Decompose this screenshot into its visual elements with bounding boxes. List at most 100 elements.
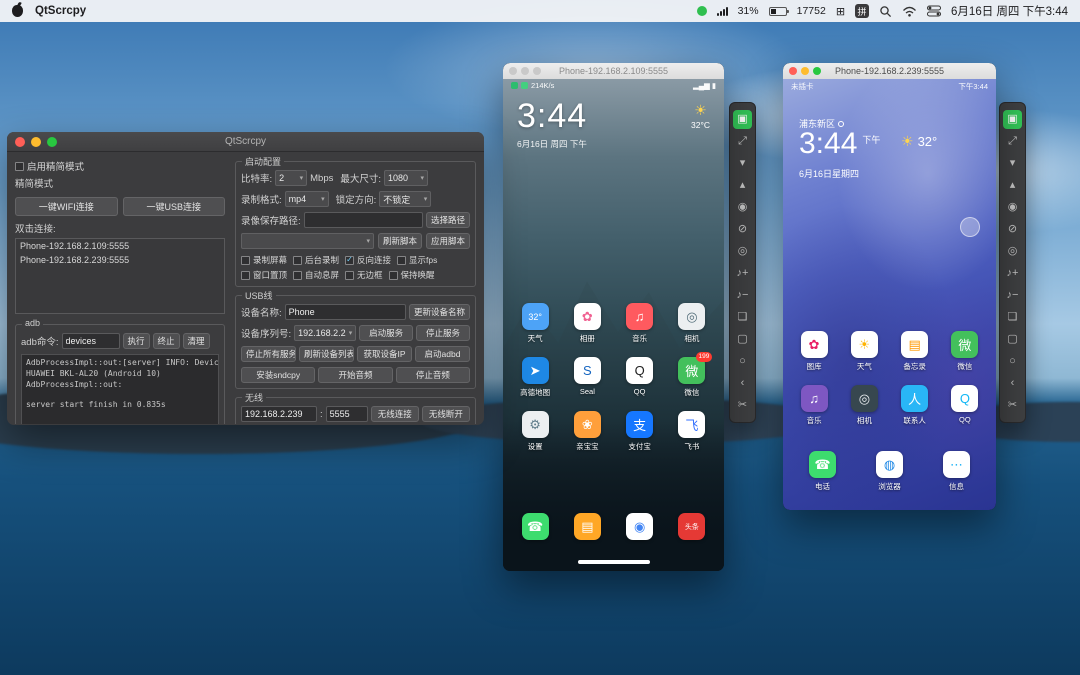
expand-notification-button[interactable]: ▾ (733, 154, 752, 173)
one-key-usb-connect-button[interactable]: 一键USB连接 (123, 197, 226, 216)
input-method-icon[interactable]: 拼 (855, 4, 869, 18)
app-icon[interactable]: Q QQ (942, 385, 988, 426)
app-icon[interactable]: Q QQ (616, 357, 664, 398)
checkbox-auto-screen-off[interactable]: 自动息屏 (293, 269, 339, 281)
qtscrcpy-titlebar[interactable]: QtScrcpy (7, 132, 484, 152)
screen-wake-button[interactable]: ▣ (733, 110, 752, 129)
app-icon[interactable]: ◎ 相机 (668, 303, 716, 344)
refresh-script-button[interactable]: 刷新脚本 (378, 233, 422, 249)
lite-mode-checkbox[interactable]: 启用精简模式 (15, 159, 84, 173)
dock-app-icon[interactable]: 头条 (668, 513, 716, 540)
update-device-name-button[interactable]: 更新设备名称 (409, 304, 470, 320)
checkbox-background-record[interactable]: 后台录制 (293, 254, 339, 266)
battery-icon[interactable] (769, 7, 787, 16)
app-icon[interactable]: 微 199 微信 (668, 357, 716, 398)
app-icon[interactable]: ♫ 音乐 (616, 303, 664, 344)
get-device-ip-button[interactable]: 获取设备IP (357, 346, 412, 362)
search-icon[interactable] (879, 5, 892, 18)
clear-button[interactable]: 清理 (183, 333, 210, 349)
stop-all-services-button[interactable]: 停止所有服务 (241, 346, 296, 362)
start-service-button[interactable]: 启动服务 (359, 325, 413, 341)
volume-up-button[interactable]: ♪+ (1003, 264, 1022, 283)
fullscreen-button[interactable]: ⤢ (1003, 132, 1022, 151)
run-button[interactable]: 执行 (123, 333, 150, 349)
checkbox-window-on-top[interactable]: 窗口置顶 (241, 269, 287, 281)
adb-command-input[interactable] (62, 333, 120, 349)
phone2-weather-widget[interactable]: ☀ 32° (901, 133, 937, 150)
dock-app-icon[interactable]: ☎ (511, 513, 559, 540)
one-key-wifi-connect-button[interactable]: 一键WIFI连接 (15, 197, 118, 216)
checkbox-keep-awake[interactable]: 保持唤醒 (389, 269, 435, 281)
record-path-input[interactable] (304, 212, 423, 228)
screen-on-button[interactable]: ◉ (1003, 198, 1022, 217)
wifi-icon[interactable] (902, 6, 917, 17)
volume-down-button[interactable]: ♪− (1003, 286, 1022, 305)
checkbox-show-fps[interactable]: 显示fps (397, 254, 437, 266)
fullscreen-button[interactable]: ⤢ (733, 132, 752, 151)
stop-service-button[interactable]: 停止服务 (416, 325, 470, 341)
screen-off-button[interactable]: ⊘ (733, 220, 752, 239)
wireless-connect-button[interactable]: 无线连接 (371, 406, 419, 422)
home-button[interactable]: ○ (733, 352, 752, 371)
wireless-port-input[interactable] (326, 406, 368, 422)
floating-nav-ball[interactable] (960, 217, 980, 237)
app-icon[interactable]: ❀ 亲宝宝 (563, 411, 611, 452)
phone2-titlebar[interactable]: Phone-192.168.2.239:5555 (783, 63, 996, 79)
app-icon[interactable]: ➤ 高德地图 (511, 357, 559, 398)
volume-down-button[interactable]: ♪− (733, 286, 752, 305)
wireless-ip-input[interactable] (241, 406, 317, 422)
dock-app-icon[interactable]: ◍ 浏览器 (858, 451, 921, 492)
app-icon[interactable]: ✿ 图库 (791, 331, 837, 372)
checkbox-record-screen[interactable]: 录制屏幕 (241, 254, 287, 266)
device-list[interactable]: Phone-192.168.2.109:5555Phone-192.168.2.… (15, 238, 225, 314)
back-button[interactable]: ‹ (733, 374, 752, 393)
expand-notification-button[interactable]: ▾ (1003, 154, 1022, 173)
wireless-disconnect-button[interactable]: 无线断开 (422, 406, 470, 422)
refresh-device-list-button[interactable]: 刷新设备列表 (299, 346, 354, 362)
dock-app-icon[interactable]: ▤ (563, 513, 611, 540)
lite-mode-checkbox-box[interactable] (15, 162, 24, 171)
menubar-app-name[interactable]: QtScrcpy (35, 5, 86, 17)
app-icon[interactable]: 飞 飞书 (668, 411, 716, 452)
control-center-icon[interactable] (927, 5, 941, 17)
power-button[interactable]: ◎ (1003, 242, 1022, 261)
checkbox-reverse-connect[interactable]: ✓反向连接 (345, 254, 391, 266)
app-icon[interactable]: ✿ 相册 (563, 303, 611, 344)
apple-menu-icon[interactable] (12, 5, 23, 17)
status-green-dot-icon[interactable] (697, 6, 707, 16)
screenshot-tool-icon[interactable]: ⊞ (836, 5, 845, 18)
screen-wake-button[interactable]: ▣ (1003, 110, 1022, 129)
app-icon[interactable]: 32° 天气 (511, 303, 559, 344)
dock-app-icon[interactable]: ◉ (616, 513, 664, 540)
bitrate-select[interactable]: 2▾ (275, 170, 307, 186)
adb-log-output[interactable]: AdbProcessImpl::out:[server] INFO: Devic… (21, 354, 219, 424)
stop-audio-button[interactable]: 停止音频 (396, 367, 470, 383)
start-audio-button[interactable]: 开始音频 (318, 367, 392, 383)
app-icon[interactable]: 人 联系人 (892, 385, 938, 426)
max-size-select[interactable]: 1080▾ (384, 170, 428, 186)
checkbox-frameless[interactable]: 无边框 (345, 269, 383, 281)
menubar-clock[interactable]: 6月16日 周四 下午3:44 (951, 3, 1068, 19)
screen-on-button[interactable]: ◉ (733, 198, 752, 217)
screenshot-button[interactable]: ❏ (733, 308, 752, 327)
home-indicator[interactable] (578, 560, 650, 564)
back-button[interactable]: ‹ (1003, 374, 1022, 393)
app-icon[interactable]: ▤ 备忘录 (892, 331, 938, 372)
device-list-item[interactable]: Phone-192.168.2.239:5555 (16, 253, 224, 267)
phone1-weather-widget[interactable]: ☀ 32°C (691, 103, 710, 130)
app-switch-button[interactable]: ▢ (1003, 330, 1022, 349)
start-adbd-button[interactable]: 启动adbd (415, 346, 470, 362)
dock-app-icon[interactable]: ☎ 电话 (791, 451, 854, 492)
app-icon[interactable]: ◎ 相机 (841, 385, 887, 426)
screenshot-button[interactable]: ❏ (1003, 308, 1022, 327)
collapse-notification-button[interactable]: ▴ (733, 176, 752, 195)
phone1-titlebar[interactable]: Phone-192.168.2.109:5555 (503, 63, 724, 79)
device-name-input[interactable] (285, 304, 406, 320)
volume-up-button[interactable]: ♪+ (733, 264, 752, 283)
record-format-select[interactable]: mp4▾ (285, 191, 329, 207)
phone1-clock-widget[interactable]: 3:44 6月16日 周四 下午 (517, 99, 587, 150)
install-sndcpy-button[interactable]: 安装sndcpy (241, 367, 315, 383)
app-icon[interactable]: 微 微信 (942, 331, 988, 372)
choose-path-button[interactable]: 选择路径 (426, 212, 470, 228)
app-icon[interactable]: ♫ 音乐 (791, 385, 837, 426)
